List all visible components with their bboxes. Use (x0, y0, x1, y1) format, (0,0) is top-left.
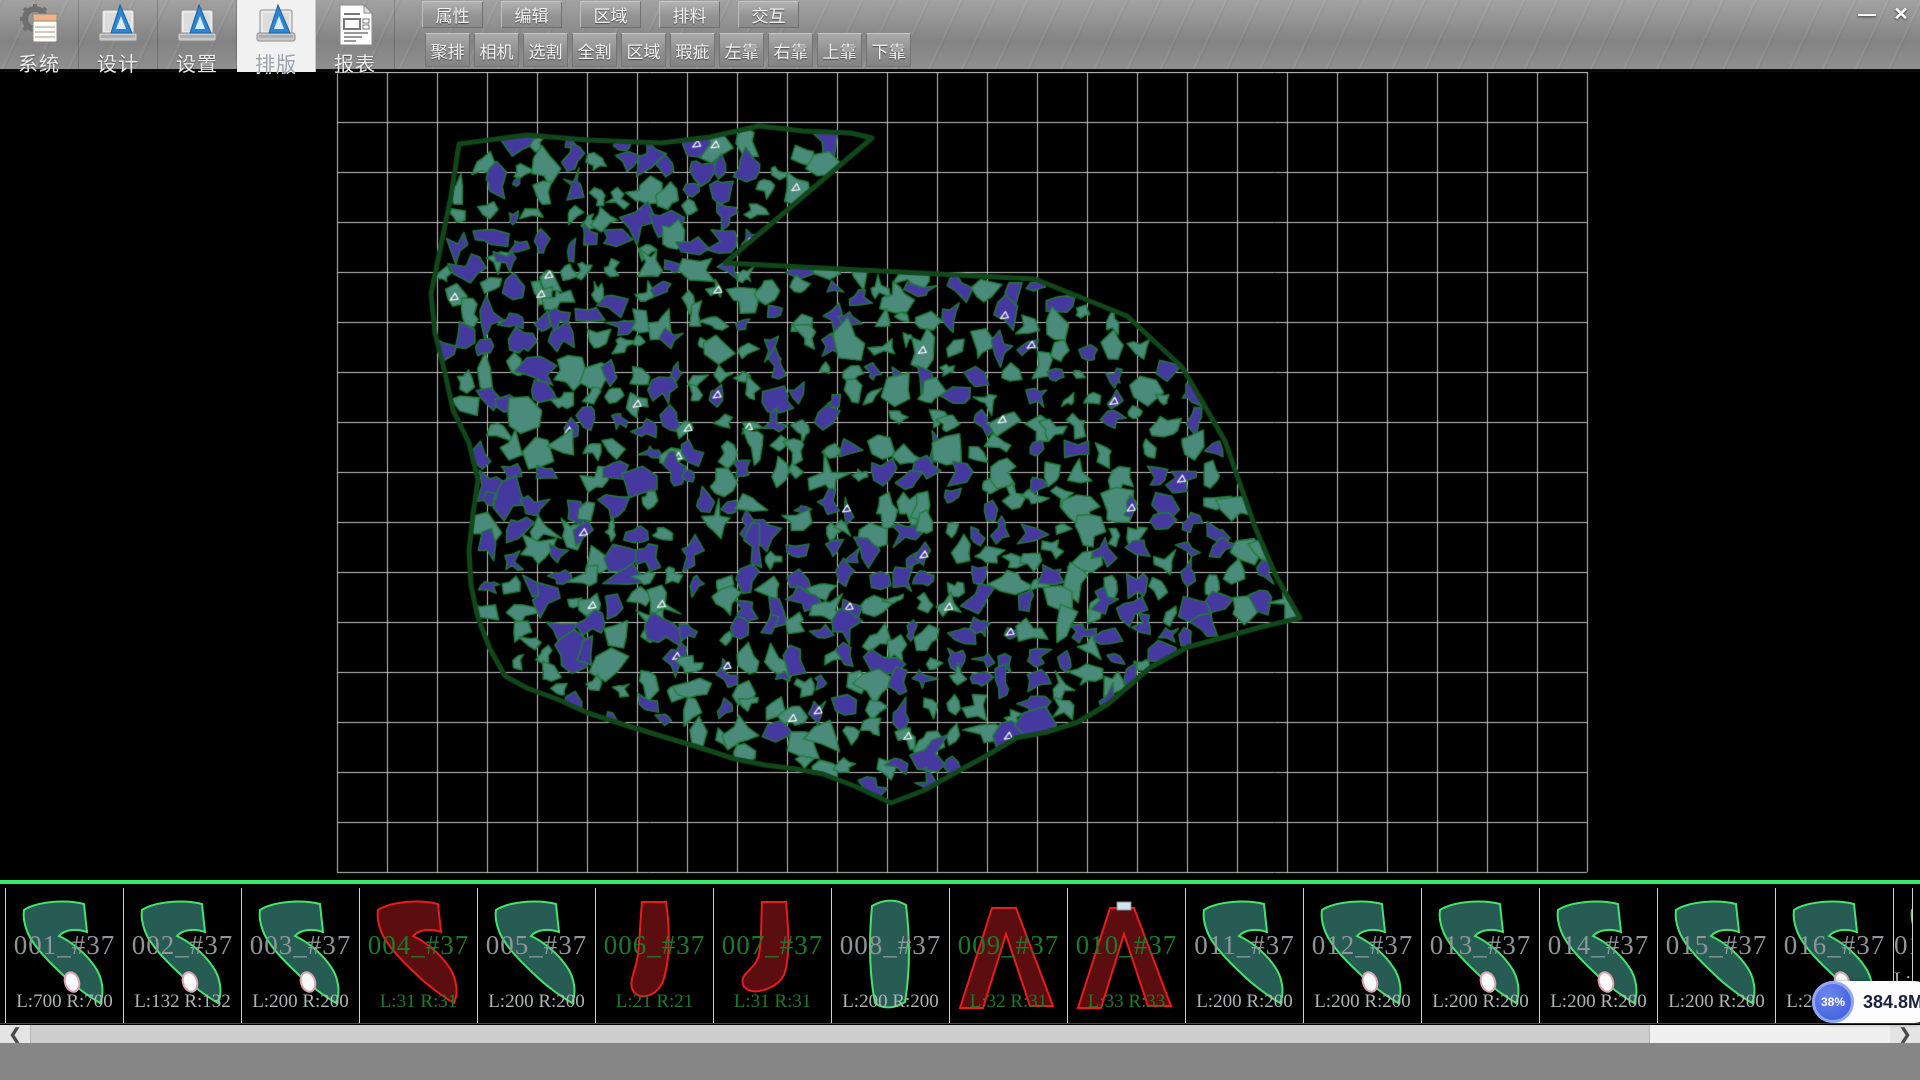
part-thumbnail (1074, 896, 1174, 1014)
ribbon-toolbar: 系统 设计 设置 排版 (0, 0, 1920, 72)
part-thumbnail (1428, 896, 1528, 1014)
part-tile-008_#37[interactable]: 008_#37 L:200 R:200 (831, 888, 949, 1023)
tool-10[interactable]: 下靠 (866, 33, 911, 67)
part-tile-007_#37[interactable]: 007_#37 L:31 R:31 (713, 888, 831, 1023)
mode-label: 报表 (334, 48, 376, 77)
tool-6[interactable]: 瑕疵 (670, 33, 715, 67)
part-thumbnail (1664, 896, 1764, 1014)
part-thumbnail (602, 896, 702, 1014)
part-tile-009_#37[interactable]: 009_#37 L:32 R:31 (949, 888, 1067, 1023)
part-thumbnail (1546, 896, 1646, 1014)
part-tile-010_#37[interactable]: 010_#37 L:33 R:33 (1067, 888, 1185, 1023)
mode-4[interactable]: 排版 (237, 0, 316, 72)
parts-strip: 001_#37 L:700 R:700 002_#37 L:132 R:132 … (0, 880, 1920, 1024)
tool-buttons: 聚排相机选割全割区域瑕疵左靠右靠上靠下靠 (425, 33, 911, 67)
part-thumbnail (956, 896, 1056, 1014)
part-tile-013_#37[interactable]: 013_#37 L:200 R:200 (1421, 888, 1539, 1023)
mode-1[interactable]: 系统 (0, 0, 79, 72)
parts-strip-tiles: 001_#37 L:700 R:700 002_#37 L:132 R:132 … (5, 888, 1913, 1023)
mode-2[interactable]: 设计 (79, 0, 158, 72)
part-tile-014_#37[interactable]: 014_#37 L:200 R:200 (1539, 888, 1657, 1023)
design-icon (95, 2, 141, 48)
notch-mark (1117, 902, 1131, 910)
part-thumbnail (1310, 896, 1410, 1014)
part-tile-004_#37[interactable]: 004_#37 L:31 R:31 (359, 888, 477, 1023)
part-tile-002_#37[interactable]: 002_#37 L:132 R:132 (123, 888, 241, 1023)
mode-label: 设置 (176, 48, 218, 77)
close-button[interactable]: ✕ (1888, 2, 1914, 26)
tab-1[interactable]: 属性 (422, 1, 483, 28)
tool-8[interactable]: 右靠 (768, 33, 813, 67)
part-thumbnail (484, 896, 584, 1014)
tool-2[interactable]: 相机 (474, 33, 519, 67)
part-thumbnail (130, 896, 230, 1014)
part-tile-015_#37[interactable]: 015_#37 L:200 R:200 (1657, 888, 1775, 1023)
horizontal-scrollbar[interactable]: ❮ ❯ (0, 1025, 1920, 1043)
mode-label: 系统 (18, 48, 60, 77)
tool-4[interactable]: 全割 (572, 33, 617, 67)
memory-usage-badge[interactable]: 38% 384.8M (1812, 981, 1920, 1023)
tool-3[interactable]: 选割 (523, 33, 568, 67)
mode-switcher: 系统 设计 设置 排版 (0, 0, 395, 72)
part-tile-001_#37[interactable]: 001_#37 L:700 R:700 (5, 888, 123, 1023)
part-tile-012_#37[interactable]: 012_#37 L:200 R:200 (1303, 888, 1421, 1023)
part-thumbnail (720, 896, 820, 1014)
part-tile-011_#37[interactable]: 011_#37 L:200 R:200 (1185, 888, 1303, 1023)
part-tile-006_#37[interactable]: 006_#37 L:21 R:21 (595, 888, 713, 1023)
mode-3[interactable]: 设置 (158, 0, 237, 72)
part-thumbnail (12, 896, 112, 1014)
tab-3[interactable]: 区域 (580, 1, 641, 28)
nesting-canvas[interactable] (0, 72, 1920, 880)
scroll-left-arrow[interactable]: ❮ (0, 1025, 30, 1043)
application-window: 系统 设计 设置 排版 (0, 0, 1920, 1080)
report-icon (332, 2, 378, 48)
part-tile-005_#37[interactable]: 005_#37 L:200 R:200 (477, 888, 595, 1023)
part-thumbnail (838, 896, 938, 1014)
gear-icon (16, 2, 62, 48)
ribbon-tabs: 属性编辑区域排料交互 (422, 1, 799, 30)
tool-9[interactable]: 上靠 (817, 33, 862, 67)
nesting-icon (253, 2, 299, 48)
mode-5[interactable]: 报表 (316, 0, 395, 72)
part-thumbnail (366, 896, 466, 1014)
scrollbar-thumb[interactable] (30, 1025, 1650, 1043)
scroll-right-arrow[interactable]: ❯ (1890, 1025, 1920, 1043)
tab-2[interactable]: 编辑 (501, 1, 562, 28)
settings-icon (174, 2, 220, 48)
progress-circle: 38% (1812, 981, 1854, 1023)
tab-5[interactable]: 交互 (738, 1, 799, 28)
minimize-button[interactable]: — (1854, 2, 1880, 26)
memory-value: 384.8M (1863, 992, 1920, 1013)
tool-5[interactable]: 区域 (621, 33, 666, 67)
part-thumbnail (1192, 896, 1292, 1014)
status-bar (0, 1043, 1920, 1080)
tool-1[interactable]: 聚排 (425, 33, 470, 67)
tool-7[interactable]: 左靠 (719, 33, 764, 67)
tab-4[interactable]: 排料 (659, 1, 720, 28)
mode-label: 排版 (255, 48, 297, 77)
window-controls: — ✕ (1854, 2, 1914, 26)
mode-label: 设计 (97, 48, 139, 77)
part-tile-003_#37[interactable]: 003_#37 L:200 R:200 (241, 888, 359, 1023)
part-thumbnail (248, 896, 348, 1014)
